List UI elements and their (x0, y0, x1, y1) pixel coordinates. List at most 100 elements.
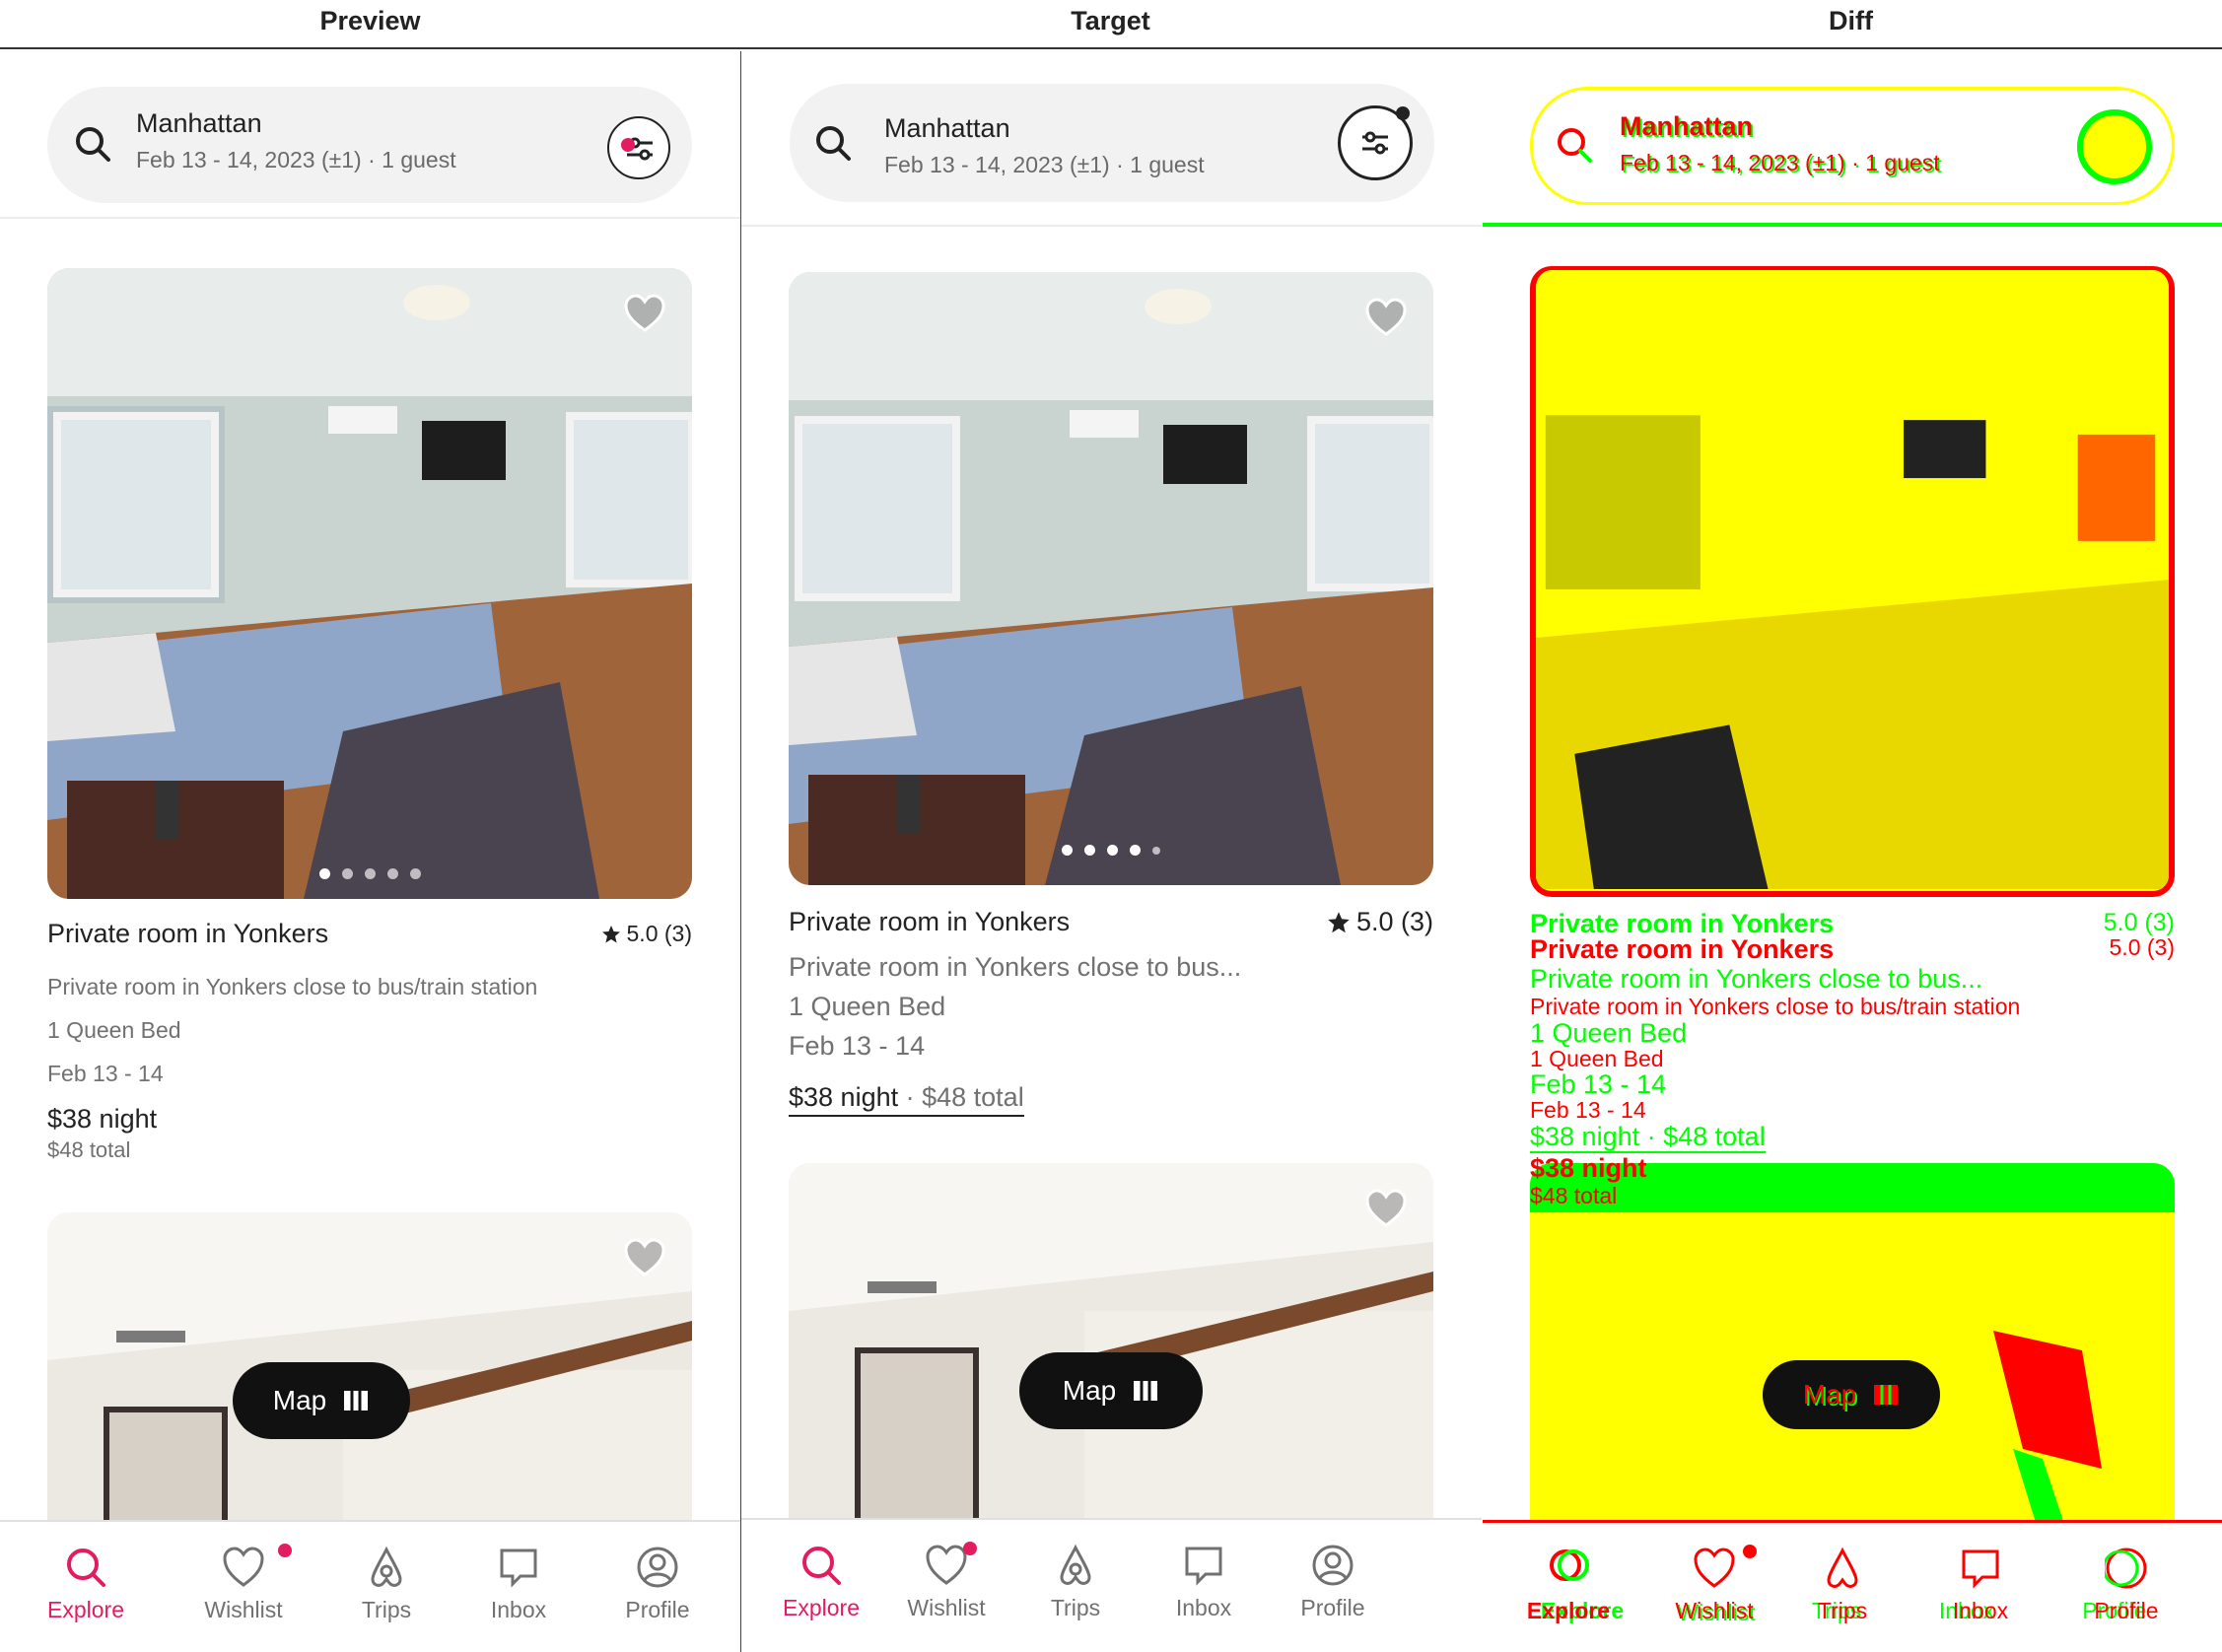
nav-item-wishlist[interactable]: Wishlist (179, 1544, 308, 1623)
airbnb-logo-icon (371, 1546, 402, 1587)
target-panel: Manhattan Feb 13 - 14, 2023 (±1) · 1 gue… (741, 51, 1482, 1652)
pagination-dot[interactable] (341, 868, 353, 879)
heart-icon[interactable] (1364, 1189, 1408, 1228)
profile-icon (637, 1547, 678, 1588)
nav-label: Inbox (1175, 1595, 1232, 1620)
pagination-dot[interactable] (1152, 847, 1160, 855)
nav-item-trips[interactable]: Trips (322, 1546, 451, 1623)
listing-description: Private room in Yonkers close to bus/tra… (1530, 994, 2021, 1019)
preview-panel: Manhattan Feb 13 - 14, 2023 (±1) · 1 gue… (0, 51, 740, 1652)
rating-value: 5.0 (3) (2109, 934, 2175, 960)
listing-photo (1530, 266, 2175, 897)
listing-title-row: Private room in Yonkers 5.0 (3) (47, 919, 692, 949)
diff-line (1483, 223, 2222, 227)
pagination-dot[interactable] (364, 868, 376, 879)
pagination-dot[interactable] (1084, 845, 1095, 856)
map-button[interactable]: Map (1019, 1352, 1203, 1429)
listing-price-night: $38 night (47, 1104, 158, 1134)
listing-description: Private room in Yonkers close to bus/tra… (47, 974, 538, 999)
pagination-dot[interactable] (1107, 845, 1118, 856)
search-icon (816, 126, 851, 161)
map-button-label: Map (272, 1385, 327, 1415)
map-button[interactable]: Map (233, 1362, 410, 1439)
listing-dates: Feb 13 - 14 (1530, 1069, 1667, 1099)
search-icon (76, 127, 110, 162)
listing-description: Private room in Yonkers close to bus... (1530, 964, 1983, 994)
listing-photo[interactable] (789, 272, 1433, 885)
rating-value: 5.0 (3) (1355, 907, 1433, 936)
star-icon (1328, 911, 1350, 932)
listing-photo[interactable] (47, 268, 692, 899)
diff-panel: Manhattan Feb 13 - 14, 2023 (±1) · 1 gue… (1483, 51, 2222, 1652)
notification-badge (963, 1542, 977, 1555)
nav-label: Profile (625, 1597, 690, 1622)
listing-dates: Feb 13 - 14 (47, 1061, 164, 1086)
listing-title-row: Private room in Yonkers 5.0 (3) (789, 907, 1433, 937)
nav-item-inbox: Inbox (1916, 1547, 2045, 1624)
listing-dates: Feb 13 - 14 (1530, 1097, 1646, 1123)
listing-beds: 1 Queen Bed (789, 992, 946, 1021)
filter-active-dot (621, 138, 635, 152)
nav-label: Explore (783, 1595, 860, 1620)
heart-icon (223, 1547, 264, 1587)
profile-icon (1312, 1545, 1354, 1586)
heart-icon[interactable] (1364, 298, 1408, 337)
message-icon (500, 1549, 537, 1588)
nav-item-profile[interactable]: Profile (593, 1546, 722, 1623)
nav-item-inbox[interactable]: Inbox (1140, 1544, 1268, 1621)
bedroom-photo (47, 268, 692, 899)
diff-text-block: Private room in Yonkers 5.0 (3) Private … (1530, 909, 2175, 1208)
filter-active-dot (1396, 106, 1410, 120)
heart-icon[interactable] (623, 1238, 666, 1277)
bottom-nav: Explore Wishlist Trips Inbox Profile (741, 1518, 1482, 1652)
nav-label: Profile (2094, 1598, 2159, 1623)
listing-title[interactable]: Private room in Yonkers (789, 907, 1070, 937)
search-details: Feb 13 - 14, 2023 (±1) · 1 guest (884, 152, 1205, 177)
listing-dates: Feb 13 - 14 (789, 1031, 926, 1061)
nav-item-explore[interactable]: Explore (757, 1544, 885, 1621)
rating-value: 5.0 (3) (2103, 909, 2175, 936)
listing-title: Private room in Yonkers (1530, 934, 1835, 964)
listing-price[interactable]: $38 night · $48 total (789, 1082, 1024, 1117)
search-location: Manhattan (1620, 111, 1753, 141)
filter-button[interactable] (1338, 105, 1413, 180)
search-details: Feb 13 - 14, 2023 (±1) · 1 guest (1620, 150, 1940, 175)
listing-description: Private room in Yonkers close to bus... (789, 952, 1242, 982)
search-bar[interactable]: Manhattan Feb 13 - 14, 2023 (±1) · 1 gue… (47, 87, 692, 203)
listing-beds: 1 Queen Bed (47, 1017, 181, 1043)
rating-value: 5.0 (3) (626, 921, 692, 946)
pagination-dot[interactable] (1062, 845, 1073, 856)
listing-title[interactable]: Private room in Yonkers (47, 919, 328, 949)
search-bar[interactable]: Manhattan Feb 13 - 14, 2023 (±1) · 1 gue… (790, 84, 1434, 202)
map-button-label: Map (1062, 1375, 1117, 1406)
nav-item-explore[interactable]: Explore (22, 1546, 150, 1623)
listing-rating: 5.0 (3) (601, 921, 692, 947)
bottom-nav: Explore Wishlist Trips Inbox Profile (0, 1520, 740, 1652)
nav-item-inbox[interactable]: Inbox (454, 1546, 583, 1623)
nav-label: Wishlist (907, 1595, 986, 1620)
listing-beds: 1 Queen Bed (1530, 1046, 1664, 1071)
bottom-nav: Explore Wishlist Trips Inbox Profile (1483, 1520, 2222, 1652)
search-header: Manhattan Feb 13 - 14, 2023 (±1) · 1 gue… (741, 51, 1482, 227)
map-icon (344, 1391, 369, 1411)
nav-item-trips[interactable]: Trips (1011, 1544, 1140, 1621)
filter-icon (2077, 109, 2152, 184)
notification-badge (278, 1544, 292, 1557)
nav-label: Wishlist (204, 1597, 283, 1622)
bedroom-photo (789, 272, 1433, 885)
nav-label: Trips (1050, 1595, 1101, 1620)
search-location: Manhattan (884, 113, 1010, 143)
search-icon (1550, 1549, 1589, 1581)
pagination-dot[interactable] (386, 868, 398, 879)
nav-item-profile[interactable]: Profile (1269, 1544, 1397, 1621)
pagination-dot[interactable] (1130, 845, 1141, 856)
nav-label: Explore (1526, 1598, 1611, 1623)
search-location: Manhattan (136, 108, 262, 138)
pagination-dot[interactable] (318, 868, 330, 879)
heart-icon[interactable] (623, 294, 666, 333)
pagination-dot[interactable] (409, 868, 421, 879)
filter-button[interactable] (607, 116, 670, 179)
search-header: Manhattan Feb 13 - 14, 2023 (±1) · 1 gue… (0, 51, 740, 219)
nav-item-wishlist[interactable]: Wishlist (882, 1542, 1010, 1621)
listing-price-total: $48 total (47, 1137, 131, 1162)
